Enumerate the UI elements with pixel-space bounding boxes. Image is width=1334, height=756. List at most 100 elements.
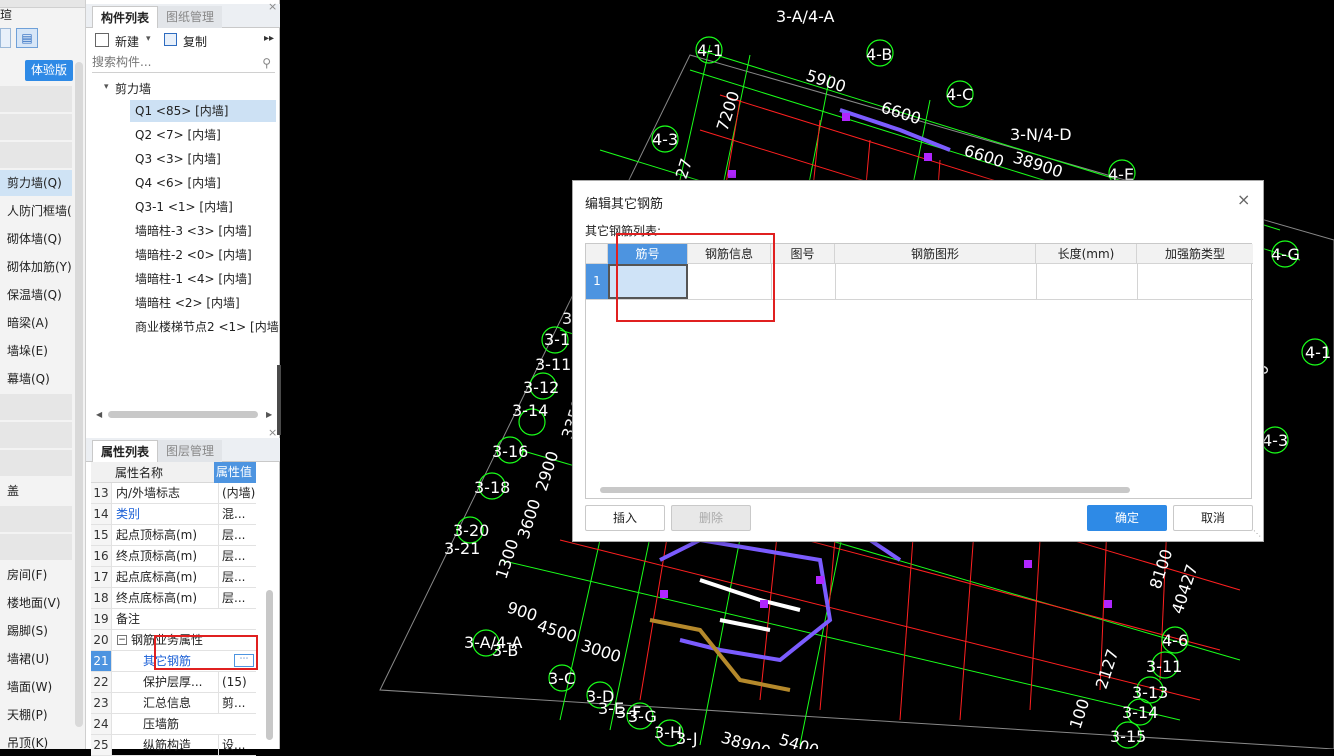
tab-component-list[interactable]: 构件列表 <box>92 6 159 28</box>
property-row-number: 18 <box>91 588 112 608</box>
table-hscrollbar[interactable] <box>600 487 1130 493</box>
scroll-left-icon[interactable]: ◀ <box>96 410 102 419</box>
tree-item[interactable]: 墙暗柱 <2> [内墙] <box>135 292 240 314</box>
property-row[interactable]: 16 终点顶标高(m) 层... <box>91 546 256 567</box>
tab-property-list[interactable]: 属性列表 <box>92 440 159 462</box>
category-item[interactable]: 砌体加筋(Y) <box>0 254 72 280</box>
category-item[interactable]: 保温墙(Q) <box>0 282 72 308</box>
property-value[interactable]: 剪... <box>218 693 258 714</box>
property-value[interactable]: (15) <box>218 672 258 693</box>
tree-hscrollbar[interactable] <box>108 411 258 418</box>
property-row[interactable]: 24 压墙筋 <box>91 714 256 735</box>
header-figure-number[interactable]: 图号 <box>771 244 835 264</box>
property-name: 备注 <box>116 612 141 626</box>
property-value[interactable]: 层... <box>218 546 258 567</box>
tab-layer-management[interactable]: 图层管理 <box>158 440 223 462</box>
new-button[interactable]: 新建 <box>115 33 139 50</box>
category-item[interactable] <box>0 422 72 448</box>
copy-icon <box>164 33 177 46</box>
category-item[interactable]: 房间(F) <box>0 562 72 588</box>
property-row-number: 20 <box>91 630 112 650</box>
property-value[interactable]: (内墙) <box>218 483 258 504</box>
toolbar-more-icon[interactable]: ▸▸ <box>264 33 274 44</box>
tree-item[interactable]: Q3-1 <1> [内墙] <box>135 196 233 218</box>
detail-view-icon[interactable]: ▤ <box>16 28 38 48</box>
search-icon[interactable]: ⚲ <box>262 56 271 70</box>
new-dropdown-icon[interactable]: ▾ <box>146 34 151 44</box>
resize-grip-icon[interactable]: ⋱ <box>1253 529 1261 538</box>
cad-label: 3 <box>562 309 572 328</box>
delete-button[interactable]: 删除 <box>671 505 751 531</box>
scroll-right-icon[interactable]: ▶ <box>266 410 272 419</box>
category-item[interactable]: 墙垛(E) <box>0 338 72 364</box>
tab-drawing-management[interactable]: 图纸管理 <box>158 6 223 28</box>
property-row[interactable]: 17 起点底标高(m) 层... <box>91 567 256 588</box>
cancel-button[interactable]: 取消 <box>1173 505 1253 531</box>
trial-version-badge[interactable]: 体验版 <box>25 60 73 81</box>
category-sidebar: 瑄 ▤ 体验版 剪力墙(Q) 人防门框墙(砌体墙(Q) 砌体加筋(Y) 保温墙(Q) 暗… <box>0 0 86 749</box>
property-row[interactable]: 19 备注 <box>91 609 256 630</box>
category-item[interactable]: 吊顶(K) <box>0 730 72 749</box>
category-item[interactable] <box>0 450 72 476</box>
cad-label: 4-3 <box>1262 431 1288 450</box>
category-item[interactable]: 墙面(W) <box>0 674 72 700</box>
category-item[interactable]: 盖 <box>0 478 72 504</box>
category-item[interactable]: 天棚(P) <box>0 702 72 728</box>
tree-item[interactable]: Q1 <85> [内墙] <box>130 100 276 122</box>
list-view-icon[interactable] <box>0 28 11 48</box>
search-input[interactable] <box>92 55 252 69</box>
category-item[interactable] <box>0 86 72 112</box>
ok-button[interactable]: 确定 <box>1087 505 1167 531</box>
row-number[interactable]: 1 <box>586 264 608 299</box>
category-item[interactable] <box>0 534 72 560</box>
property-row[interactable]: 22 保护层厚... (15) <box>91 672 256 693</box>
collapse-arrow-icon[interactable]: ▾ <box>104 82 109 92</box>
property-vscrollbar[interactable] <box>266 590 273 740</box>
property-row[interactable]: 15 起点顶标高(m) 层... <box>91 525 256 546</box>
copy-button[interactable]: 复制 <box>183 33 207 50</box>
close-icon[interactable]: × <box>1237 190 1250 209</box>
property-row[interactable]: 14 类别 混... <box>91 504 256 525</box>
panel-close-icon[interactable]: × <box>268 0 277 13</box>
category-item[interactable] <box>0 394 72 420</box>
property-value[interactable]: 设... <box>218 735 258 756</box>
tree-item[interactable]: 墙暗柱-2 <0> [内墙] <box>135 244 252 266</box>
header-reinforcement-type[interactable]: 加强筋类型 <box>1137 244 1253 264</box>
header-rebar-shape[interactable]: 钢筋图形 <box>835 244 1036 264</box>
property-value[interactable]: 层... <box>218 567 258 588</box>
category-item[interactable]: 幕墙(Q) <box>0 366 72 392</box>
property-row[interactable]: 18 终点底标高(m) 层... <box>91 588 256 609</box>
insert-button[interactable]: 插入 <box>585 505 665 531</box>
tree-item[interactable]: 墙暗柱-1 <4> [内墙] <box>135 268 252 290</box>
tree-group-shear-wall[interactable]: 剪力墙 <box>115 78 151 100</box>
search-box[interactable]: ⚲ <box>92 55 275 73</box>
category-item[interactable]: 剪力墙(Q) <box>0 170 72 196</box>
category-item[interactable]: 砌体墙(Q) <box>0 226 72 252</box>
tree-item[interactable]: Q4 <6> [内墙] <box>135 172 221 194</box>
property-value[interactable]: 层... <box>218 525 258 546</box>
collapse-toggle-icon[interactable]: − <box>117 635 127 645</box>
property-row[interactable]: 25 纵筋构造 设... <box>91 735 256 756</box>
category-item[interactable]: 踢脚(S) <box>0 618 72 644</box>
category-item[interactable] <box>0 506 72 532</box>
tree-item[interactable]: 商业楼梯节点2 <1> [内墙 <box>135 316 279 338</box>
tree-item[interactable]: Q2 <7> [内墙] <box>135 124 221 146</box>
category-item[interactable]: 暗梁(A) <box>0 310 72 336</box>
sidebar-scrollbar[interactable] <box>75 62 83 727</box>
property-row-number: 21 <box>91 651 112 671</box>
category-item[interactable]: 人防门框墙( <box>0 198 72 224</box>
property-value[interactable]: 混... <box>218 504 258 525</box>
property-value[interactable]: 层... <box>218 588 258 609</box>
property-row[interactable]: 23 汇总信息 剪... <box>91 693 256 714</box>
category-item[interactable]: 楼地面(V) <box>0 590 72 616</box>
category-item[interactable] <box>0 142 72 168</box>
header-length[interactable]: 长度(mm) <box>1036 244 1137 264</box>
category-item[interactable]: 墙裙(U) <box>0 646 72 672</box>
category-item[interactable] <box>0 114 72 140</box>
tree-item[interactable]: 墙暗柱-3 <3> [内墙] <box>135 220 252 242</box>
panel-splitter[interactable] <box>277 365 281 435</box>
ellipsis-button[interactable]: ⋯ <box>234 654 254 667</box>
property-row[interactable]: 13 内/外墙标志 (内墙) <box>91 483 256 504</box>
cad-label: 3-B <box>492 641 518 660</box>
tree-item[interactable]: Q3 <3> [内墙] <box>135 148 221 170</box>
